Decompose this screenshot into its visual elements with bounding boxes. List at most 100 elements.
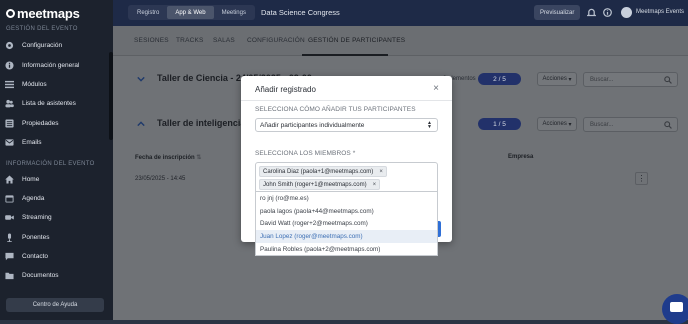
logo[interactable]: meetmaps [0,0,113,26]
active-tab-indicator [302,54,388,56]
add-method-select[interactable]: Añadir participantes individualmente ▲ ▼ [255,118,438,132]
sidebar: meetmaps GESTIÓN DEL EVENTO Configuració… [0,0,113,320]
tab-tracks[interactable]: TRACKS [176,37,204,44]
app-mode-switch: Registro App & Web Meetings [128,5,255,20]
chat-bubble-icon [670,302,683,312]
member-option[interactable]: Paulina Robles (paola+2@meetmaps.com) [256,243,437,256]
sidebar-item-home[interactable]: Home [0,169,113,188]
sidebar-item-ponentes[interactable]: Ponentes [0,228,113,247]
segment-meetings[interactable]: Meetings [214,6,254,19]
add-method-value: Añadir participantes individualmente [260,121,365,129]
sidebar-item-label: Documentos [22,272,59,280]
tabs-bar: SESIONES TRACKS SALAS CONFIGURACIÓN GEST… [113,26,688,56]
search-input[interactable]: Buscar... [583,72,678,87]
bell-icon[interactable] [586,8,597,17]
members-label: SELECCIONA LOS MIEMBROS * [255,150,356,157]
mail-icon [5,138,14,147]
help-center-button[interactable]: Centro de Ayuda [6,298,104,312]
chevron-up-icon[interactable] [137,120,145,128]
folder-icon [5,271,14,280]
calendar-icon [5,194,14,203]
sidebar-item-label: Agenda [22,194,45,202]
segment-registro[interactable]: Registro [129,6,167,19]
search-input[interactable]: Buscar... [583,117,678,132]
close-icon[interactable]: × [433,83,439,94]
sidebar-item-contacto[interactable]: Contacto [0,247,113,266]
sort-icon: ⇅ [196,155,202,161]
member-option[interactable]: paola lagos (paola+44@meetmaps.com) [256,205,437,218]
actions-label: Acciones [542,121,567,127]
remove-chip-icon[interactable]: × [379,169,383,175]
sidebar-item-label: Información general [22,61,80,69]
tab-salas[interactable]: SALAS [213,37,235,44]
sidebar-item-label: Home [22,175,40,183]
member-option[interactable]: David Watt (roger+2@meetmaps.com) [256,218,437,231]
tab-gestion-participantes[interactable]: GESTIÓN DE PARTICIPANTES [308,37,405,44]
sidebar-section-event-info: INFORMACIÓN DEL EVENTO [6,161,95,168]
preview-button[interactable]: Previsualizar [534,5,581,20]
home-icon [5,174,14,184]
sidebar-item-label: Configuración [22,42,63,50]
logo-icon [6,8,15,18]
actions-label: Acciones [542,76,567,82]
actions-dropdown[interactable]: Acciones ▾ [537,117,577,131]
selected-member-chip: John Smith (roger+1@meetmaps.com) × [259,179,381,190]
column-header-company[interactable]: Empresa [508,154,533,160]
search-icon [664,121,672,129]
user-name[interactable]: Meetmaps Events [636,9,684,15]
video-icon [5,213,14,222]
sidebar-item-label: Emails [22,139,42,147]
brand-name: meetmaps [17,5,80,21]
sidebar-item-streaming[interactable]: Streaming [0,208,113,227]
member-option-highlighted[interactable]: Juan Lopez (roger@meetmaps.com) [256,230,437,244]
capacity-badge: 2 / 5 [478,73,521,85]
topbar: Registro App & Web Meetings Data Science… [113,0,688,26]
microphone-icon [5,233,14,242]
sidebar-item-modulos[interactable]: Módulos [0,75,113,94]
members-multiselect[interactable]: Carolina Diaz (paola+1@meetmaps.com) × J… [255,162,438,192]
users-icon [5,99,14,108]
actions-dropdown[interactable]: Acciones ▾ [537,72,577,86]
event-title: Data Science Congress [261,8,340,17]
gear-icon [5,41,14,50]
info-icon [5,61,14,70]
modules-icon [5,80,14,89]
column-header-label: Fecha de inscripción [135,155,195,161]
registration-date-cell: 23/05/2025 - 14:45 [135,176,186,182]
add-method-label: SELECCIONA CÓMO AÑADIR TUS PARTICIPANTES [255,106,416,113]
sidebar-item-configuracion[interactable]: Configuración [0,36,113,55]
selected-member-chip: Carolina Diaz (paola+1@meetmaps.com) × [259,166,387,177]
sidebar-item-label: Módulos [22,80,47,88]
member-option[interactable]: ro jnj (ro@me.es) [256,192,437,205]
sidebar-item-documentos[interactable]: Documentos [0,266,113,285]
sidebar-item-informacion-general[interactable]: Información general [0,55,113,74]
submit-button[interactable] [438,221,441,237]
avatar[interactable] [621,7,632,18]
chevron-down-icon[interactable] [137,75,145,83]
sidebar-item-lista-asistentes[interactable]: Lista de asistentes [0,94,113,113]
sidebar-item-label: Propiedades [22,119,59,127]
sidebar-item-agenda[interactable]: Agenda [0,189,113,208]
properties-icon [5,119,14,128]
sidebar-item-label: Ponentes [22,233,50,241]
column-header-date[interactable]: Fecha de inscripción ⇅ [135,154,201,161]
sidebar-item-propiedades[interactable]: Propiedades [0,114,113,133]
search-placeholder: Buscar... [590,121,614,128]
row-menu-icon[interactable]: ⋮ [635,172,648,185]
search-placeholder: Buscar... [590,76,614,83]
sidebar-item-emails[interactable]: Emails [0,133,113,152]
chip-label: John Smith (roger+1@meetmaps.com) [263,181,367,188]
tab-configuracion[interactable]: CONFIGURACIÓN [247,37,305,44]
segment-app-web[interactable]: App & Web [167,6,214,19]
capacity-badge: 1 / 5 [478,118,521,130]
sidebar-item-label: Streaming [22,214,52,222]
sidebar-item-label: Contacto [22,253,49,261]
members-dropdown-list: ro jnj (ro@me.es) paola lagos (paola+44@… [255,192,438,256]
tab-sesiones[interactable]: SESIONES [134,37,169,44]
help-icon[interactable] [603,8,612,17]
search-icon [664,76,672,84]
sidebar-section-event-mgmt: GESTIÓN DEL EVENTO [6,26,78,32]
remove-chip-icon[interactable]: × [373,182,377,188]
chip-label: Carolina Diaz (paola+1@meetmaps.com) [263,168,374,175]
sidebar-item-label: Lista de asistentes [22,100,76,108]
